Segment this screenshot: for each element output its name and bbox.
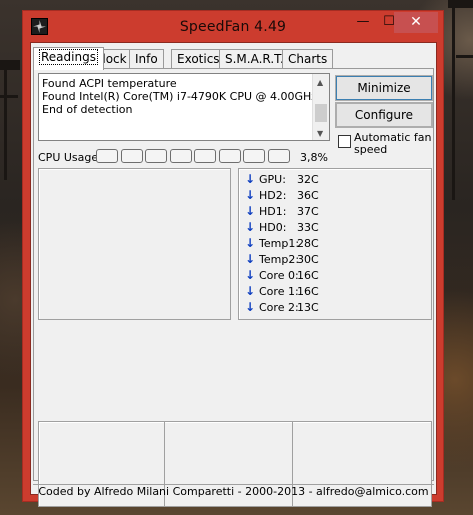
sensor-temperature: 16C: [297, 269, 319, 282]
readings-panel: Found ACPI temperature Found Intel(R) Co…: [33, 68, 434, 507]
cpu-usage-label: CPU Usage: [38, 151, 99, 164]
trend-down-arrow-icon: ↓: [245, 172, 256, 186]
sensor-name: Temp1:: [259, 237, 300, 250]
log-line: Found Intel(R) Core(TM) i7-4790K CPU @ 4…: [42, 90, 318, 103]
automatic-fan-speed-label: Automatic fan speed: [354, 131, 432, 156]
configure-button[interactable]: Configure: [335, 102, 433, 128]
scroll-down-icon[interactable]: ▼: [317, 127, 323, 140]
speedfan-window: SpeedFan 4.49 — ☐ ✕ Readings Clock Info …: [22, 10, 444, 507]
window-minimize-icon[interactable]: —: [350, 12, 376, 33]
sensor-name: HD0:: [259, 221, 287, 234]
scroll-thumb[interactable]: [315, 104, 327, 122]
tab-exotics[interactable]: Exotics: [171, 49, 226, 69]
fan-speed-panel: [38, 168, 231, 320]
title-bar[interactable]: SpeedFan 4.49 — ☐ ✕: [23, 11, 443, 43]
trend-down-arrow-icon: ↓: [245, 220, 256, 234]
scroll-up-icon[interactable]: ▲: [317, 76, 323, 89]
tab-strip: Readings Clock Info Exotics S.M.A.R.T. C…: [31, 47, 436, 70]
log-scrollbar[interactable]: ▲ ▼: [312, 74, 329, 140]
sensor-name: Temp2:: [259, 253, 300, 266]
trend-down-arrow-icon: ↓: [245, 252, 256, 266]
minimize-button[interactable]: Minimize: [335, 75, 433, 101]
trend-down-arrow-icon: ↓: [245, 300, 256, 314]
tab-charts[interactable]: Charts: [282, 49, 334, 69]
tab-smart-label: S.M.A.R.T.: [225, 52, 284, 66]
cpu-meter-segment: [194, 149, 216, 163]
cpu-meter-segment: [145, 149, 167, 163]
sensor-temperature: 30C: [297, 253, 319, 266]
sensor-temperature: 13C: [297, 301, 319, 314]
tab-exotics-label: Exotics: [177, 52, 220, 66]
trend-down-arrow-icon: ↓: [245, 236, 256, 250]
tab-info-label: Info: [135, 52, 158, 66]
log-line: Found ACPI temperature: [42, 77, 177, 90]
sensor-temperature: 36C: [297, 189, 319, 202]
cpu-meter-segment: [96, 149, 118, 163]
cpu-usage-value: 3,8%: [300, 151, 328, 164]
tab-charts-label: Charts: [288, 52, 328, 66]
sensor-name: GPU:: [259, 173, 286, 186]
sensor-name: Core 2:: [259, 301, 299, 314]
tab-readings[interactable]: Readings: [33, 47, 104, 70]
trend-down-arrow-icon: ↓: [245, 268, 256, 282]
sensor-name: Core 1:: [259, 285, 299, 298]
sensor-temperature: 33C: [297, 221, 319, 234]
status-footer: Coded by Alfredo Milani Comparetti - 200…: [33, 484, 434, 498]
cpu-meter-segment: [267, 149, 290, 163]
sensor-name: HD2:: [259, 189, 287, 202]
cpu-usage-meter: [96, 149, 292, 163]
sensor-temperature: 16C: [297, 285, 319, 298]
trend-down-arrow-icon: ↓: [245, 284, 256, 298]
sensor-name: HD1:: [259, 205, 287, 218]
automatic-fan-speed-checkbox[interactable]: [338, 135, 351, 148]
tab-info[interactable]: Info: [129, 49, 164, 69]
detection-log[interactable]: Found ACPI temperature Found Intel(R) Co…: [38, 73, 330, 141]
tab-readings-label: Readings: [39, 49, 98, 65]
cpu-meter-segment: [120, 149, 143, 163]
window-client-area: Readings Clock Info Exotics S.M.A.R.T. C…: [30, 42, 437, 507]
window-close-icon[interactable]: ✕: [394, 12, 438, 33]
sensor-temperature: 32C: [297, 173, 319, 186]
sensor-name: Core 0:: [259, 269, 299, 282]
trend-down-arrow-icon: ↓: [245, 188, 256, 202]
cpu-meter-segment: [218, 149, 241, 163]
temperatures-panel: ↓ GPU: 32C ↓ HD2: 36C ↓ HD1: 37C ↓ HD0: 33C ↓ Temp1: 2…: [238, 168, 432, 320]
sensor-temperature: 28C: [297, 237, 319, 250]
log-line: End of detection: [42, 103, 133, 116]
cpu-meter-segment: [169, 149, 192, 163]
tab-smart[interactable]: S.M.A.R.T.: [219, 49, 290, 69]
sensor-temperature: 37C: [297, 205, 319, 218]
trend-down-arrow-icon: ↓: [245, 204, 256, 218]
cpu-meter-segment: [243, 149, 265, 163]
